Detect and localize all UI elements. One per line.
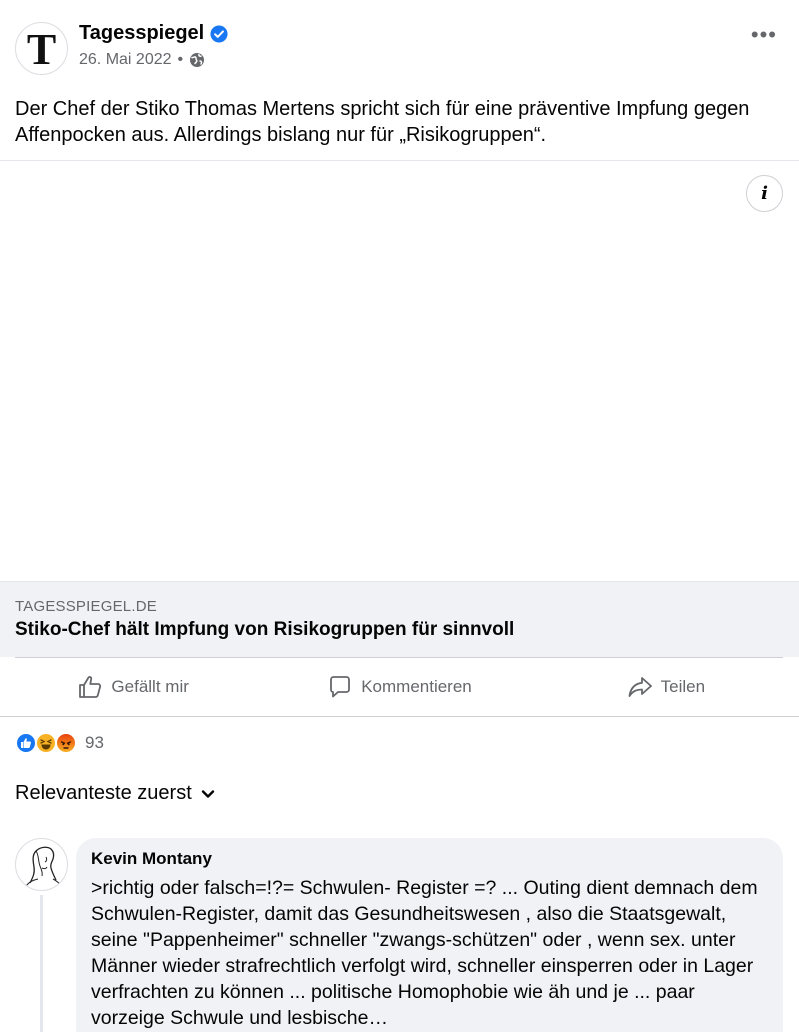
page-name-link[interactable]: Tagesspiegel [79,22,204,45]
link-preview-caption[interactable]: TAGESSPIEGEL.DE Stiko-Chef hält Impfung … [0,581,799,657]
comment-text: >richtig oder falsch=!?= Schwulen- Regis… [91,877,758,1029]
haha-reaction-icon [35,732,57,754]
share-label: Teilen [660,677,706,696]
comment-bubble: Kevin Montany >richtig oder falsch=!?= S… [76,838,783,1032]
divider [0,716,799,717]
like-reaction-icon [15,732,37,754]
more-options-button[interactable]: ••• [751,22,777,48]
action-bar: Gefällt mir Kommentieren Teilen [0,658,799,716]
angry-reaction-icon [55,732,77,754]
post-date[interactable]: 26. Mai 2022 [79,51,172,69]
chevron-down-icon [201,789,214,798]
thumbs-up-icon [79,676,102,698]
reactions-summary[interactable]: 93 [15,732,104,754]
share-icon [628,677,652,697]
like-button[interactable]: Gefällt mir [0,658,266,716]
comment-sort-dropdown[interactable]: Relevanteste zuerst [15,782,216,805]
comment-button[interactable]: Kommentieren [266,658,532,716]
info-icon[interactable]: i [746,175,783,212]
sort-label: Relevanteste zuerst [15,782,192,804]
comment-author-name[interactable]: Kevin Montany [91,849,768,869]
link-preview-image[interactable]: i [0,160,799,581]
thread-line [40,895,43,1032]
avatar-letter: T [26,24,57,74]
globe-icon [190,53,205,67]
meta-separator: • [177,51,184,68]
link-title: Stiko-Chef hält Impfung von Risikogruppe… [15,619,515,640]
comment-icon [330,676,351,698]
reaction-count: 93 [85,733,104,752]
share-button[interactable]: Teilen [533,658,799,716]
verified-badge-icon [210,24,228,43]
post-text: Der Chef der Stiko Thomas Mertens sprich… [15,98,750,146]
post-header: T Tagesspiegel 26. Mai 2022 • ••• [0,0,799,90]
comment-label: Kommentieren [361,677,472,696]
like-label: Gefällt mir [111,677,189,696]
page-name-row: Tagesspiegel [79,22,228,45]
post-meta: 26. Mai 2022 • [79,51,205,69]
page-avatar[interactable]: T [15,22,68,75]
link-domain: TAGESSPIEGEL.DE [15,598,157,615]
comment-author-avatar[interactable] [15,838,68,891]
